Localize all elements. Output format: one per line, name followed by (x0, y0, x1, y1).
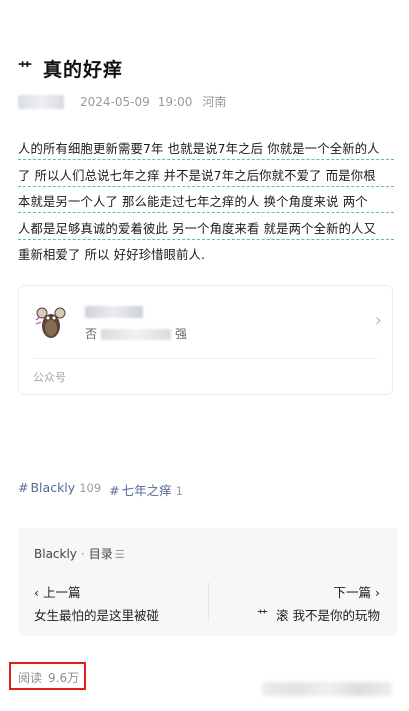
tag-label: 七年之痒 (121, 483, 172, 498)
card-divider (33, 358, 378, 359)
hashtag-icon: # (109, 483, 120, 498)
series-navigation: Blackly · 目录 ☰ ‹ 上一篇 女生最怕的是这里被碰 下一篇 › 艹滚 我不… (18, 528, 398, 636)
tag-list: # Blackly 109 # 七年之痒 1 (18, 480, 191, 499)
article-line: 重新相爱了 所以 好好珍惜眼前人. (18, 248, 206, 262)
title-glyph: 艹 (18, 61, 33, 77)
prev-article-label[interactable]: ‹ 上一篇 (34, 582, 80, 601)
series-separator: · (80, 547, 85, 561)
series-catalog-link[interactable]: Blackly · 目录 ☰ (34, 545, 125, 562)
account-card[interactable]: 否强 › 公众号 (18, 285, 393, 395)
article-meta: 2024-05-09 19:00 河南 (18, 93, 226, 110)
publish-time: 19:00 (157, 94, 193, 109)
account-desc-suffix: 强 (175, 327, 188, 341)
tag-count: 1 (175, 484, 183, 498)
tag-seven-year-itch[interactable]: # 七年之痒 1 (109, 480, 183, 499)
author-name-redacted[interactable] (18, 94, 64, 109)
read-label: 阅读 (18, 671, 43, 685)
nav-divider (208, 582, 209, 622)
article-line: 人的所有细胞更新需要7年 也就是说7年之后 你就是一个全新的人 (18, 140, 394, 160)
account-name-redacted (85, 305, 143, 318)
article-title-text: 真的好痒 (43, 59, 124, 81)
read-count: 阅读 9.6万 (18, 669, 79, 686)
account-avatar (35, 307, 66, 338)
account-name (85, 304, 143, 319)
hashtag-icon: # (18, 480, 29, 495)
tag-count: 109 (79, 481, 102, 495)
tag-blackly[interactable]: # Blackly 109 (18, 480, 101, 499)
list-icon: ☰ (114, 548, 125, 561)
publish-date: 2024-05-09 (80, 94, 150, 109)
article-title: 艹真的好痒 (18, 55, 123, 82)
article-line: 本就是另一个人了 那么能走过七年之痒的人 换个角度来说 两个 (18, 193, 394, 213)
next-article-title[interactable]: 艹滚 我不是你的玩物 (257, 605, 380, 624)
read-number: 9.6万 (48, 671, 80, 685)
account-desc-prefix: 否 (85, 327, 98, 341)
next-title-glyph: 艹 (257, 608, 269, 621)
article-line: 了 所以人们总说七年之痒 并不是说7年之后你就不爱了 而是你根 (18, 167, 394, 187)
article-body: 人的所有细胞更新需要7年 也就是说7年之后 你就是一个全新的人 了 所以人们总说… (18, 140, 394, 272)
next-title-text: 滚 我不是你的玩物 (276, 608, 380, 623)
account-description: 否强 (85, 325, 187, 342)
catalog-label: 目录 (88, 547, 113, 561)
account-desc-redacted (101, 329, 172, 340)
publish-location: 河南 (202, 95, 227, 109)
redacted-footer-actions (262, 682, 392, 696)
prev-article-title[interactable]: 女生最怕的是这里被碰 (34, 605, 159, 624)
article-page: 艹真的好痒 2024-05-09 19:00 河南 人的所有细胞更新需要7年 也… (0, 0, 409, 711)
series-name: Blackly (34, 547, 77, 561)
account-type-label: 公众号 (33, 371, 66, 384)
next-article-label[interactable]: 下一篇 › (334, 582, 380, 601)
article-line: 人都是足够真诚的爱着彼此 另一个角度来看 就是两个全新的人又 (18, 220, 394, 240)
chevron-right-icon: › (374, 310, 382, 331)
tag-label: Blackly (30, 480, 76, 495)
